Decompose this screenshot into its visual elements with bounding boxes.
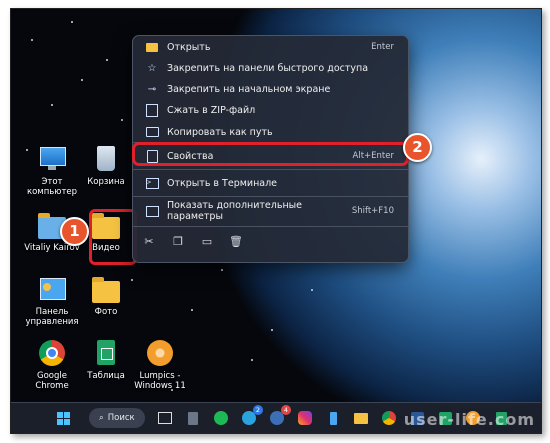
properties-highlight	[132, 142, 409, 166]
menu-separator	[133, 196, 408, 197]
menu-item-label: Копировать как путь	[167, 126, 273, 138]
menu-item-label: Сжать в ZIP-файл	[167, 104, 256, 116]
menu-item-label: Открыть	[167, 41, 211, 53]
cut-icon[interactable]: ✂	[141, 233, 157, 249]
menu-item-zip[interactable]: Сжать в ZIP-файл	[139, 100, 402, 120]
menu-item-shortcut: Shift+F10	[351, 206, 394, 216]
rename-icon[interactable]: ▭	[199, 233, 215, 249]
task-view-icon[interactable]	[155, 408, 175, 428]
spotify-icon[interactable]	[211, 408, 231, 428]
notify-app-icon[interactable]: 4	[267, 405, 291, 428]
desktop-icon-label: Lumpics - Windows 11	[134, 371, 186, 391]
menu-item-open[interactable]: Открыть Enter	[139, 37, 402, 57]
spreadsheet-icon	[92, 339, 120, 367]
start-button[interactable]	[53, 408, 73, 428]
terminal-icon: >	[145, 176, 159, 190]
desktop-icon-label: Корзина	[87, 177, 125, 187]
notify-badge: 4	[281, 405, 291, 415]
menu-item-label: Открыть в Терминале	[167, 177, 278, 189]
telegram-badge: 2	[253, 405, 263, 415]
menu-item-copy-path[interactable]: Копировать как путь	[139, 122, 402, 142]
zip-icon	[145, 103, 159, 117]
desktop-screen: Этот компьютер Корзина Vitaliy Kairov Ви…	[10, 8, 542, 434]
desktop-icon-photo[interactable]: Фото	[73, 275, 139, 317]
search-icon: ⌕	[99, 413, 104, 423]
desktop-icon-recycle-bin[interactable]: Корзина	[73, 145, 139, 187]
menu-separator	[133, 226, 408, 227]
telegram-icon[interactable]: 2	[239, 405, 263, 428]
phone-link-icon[interactable]	[323, 408, 343, 428]
taskbar-search[interactable]: ⌕ Поиск	[89, 408, 145, 428]
copy-path-icon	[145, 125, 159, 139]
computer-icon	[38, 145, 66, 173]
folder-icon	[92, 275, 120, 303]
pin-icon: ⊸	[147, 83, 157, 95]
control-panel-icon	[38, 275, 66, 303]
calculator-icon[interactable]	[183, 408, 203, 428]
instagram-icon[interactable]	[295, 408, 315, 428]
step-2-badge: 2	[403, 133, 432, 162]
folder-open-icon	[145, 40, 159, 54]
more-options-icon	[145, 204, 159, 218]
copy-icon[interactable]: ❐	[170, 233, 186, 249]
file-explorer-icon[interactable]	[351, 408, 371, 428]
video-folder-highlight	[89, 209, 137, 265]
delete-icon[interactable]: 🗑	[228, 233, 244, 249]
watermark: user-life.com	[403, 410, 535, 429]
menu-item-pin-start[interactable]: ⊸ Закрепить на начальном экране	[139, 79, 402, 99]
search-label: Поиск	[107, 413, 135, 423]
menu-item-terminal[interactable]: > Открыть в Терминале	[139, 173, 402, 193]
menu-separator	[133, 169, 408, 170]
menu-item-pin-quick-access[interactable]: ☆ Закрепить на панели быстрого доступа	[139, 58, 402, 78]
menu-item-shortcut: Enter	[371, 42, 394, 52]
menu-item-more-options[interactable]: Показать дополнительные параметры Shift+…	[139, 200, 402, 222]
menu-item-label: Закрепить на начальном экране	[167, 83, 331, 95]
step-1-badge: 1	[60, 217, 89, 246]
menu-item-label: Закрепить на панели быстрого доступа	[167, 62, 369, 74]
lumpics-icon	[146, 339, 174, 367]
context-actions-bar: ✂ ❐ ▭ 🗑	[141, 233, 244, 249]
recycle-bin-icon	[92, 145, 120, 173]
menu-item-label: Показать дополнительные параметры	[167, 200, 303, 222]
chrome-taskbar-icon[interactable]	[379, 408, 399, 428]
desktop-icon-lumpics[interactable]: Lumpics - Windows 11	[127, 339, 193, 391]
windows-logo-icon	[56, 411, 70, 425]
pin-star-icon: ☆	[147, 62, 157, 74]
chrome-icon	[38, 339, 66, 367]
desktop-icon-label: Фото	[94, 307, 118, 317]
